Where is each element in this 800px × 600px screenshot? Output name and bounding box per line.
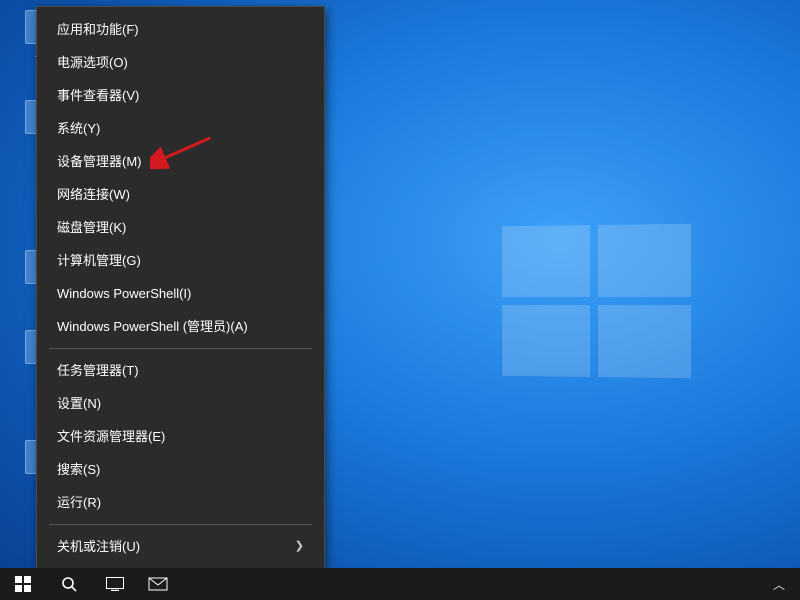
menu-run[interactable]: 运行(R) [37, 486, 324, 519]
taskbar-search-button[interactable] [46, 568, 92, 600]
chevron-right-icon: ❯ [295, 530, 304, 563]
menu-item-label: Windows PowerShell(I) [57, 277, 191, 310]
menu-separator [49, 524, 312, 525]
taskbar-blank-area[interactable] [138, 568, 458, 600]
system-tray: ︿ [764, 576, 800, 593]
menu-computer-management[interactable]: 计算机管理(G) [37, 244, 324, 277]
mail-icon [148, 576, 168, 592]
menu-item-label: Windows PowerShell (管理员)(A) [57, 310, 248, 343]
menu-event-viewer[interactable]: 事件查看器(V) [37, 79, 324, 112]
menu-power-options[interactable]: 电源选项(O) [37, 46, 324, 79]
menu-device-manager[interactable]: 设备管理器(M) [37, 145, 324, 178]
menu-item-label: 关机或注销(U) [57, 530, 140, 563]
menu-item-label: 电源选项(O) [57, 46, 128, 79]
windows-start-icon [15, 576, 31, 592]
search-icon [61, 576, 77, 592]
start-button[interactable] [0, 568, 46, 600]
menu-settings[interactable]: 设置(N) [37, 387, 324, 420]
taskbar: ︿ [0, 568, 800, 600]
menu-powershell[interactable]: Windows PowerShell(I) [37, 277, 324, 310]
menu-task-manager[interactable]: 任务管理器(T) [37, 354, 324, 387]
menu-item-label: 网络连接(W) [57, 178, 130, 211]
menu-item-label: 设置(N) [57, 387, 101, 420]
menu-item-label: 应用和功能(F) [57, 13, 139, 46]
menu-powershell-admin[interactable]: Windows PowerShell (管理员)(A) [37, 310, 324, 343]
menu-shutdown-signout[interactable]: 关机或注销(U) ❯ [37, 530, 324, 563]
chevron-up-icon: ︿ [773, 578, 785, 592]
menu-separator [49, 348, 312, 349]
menu-item-label: 运行(R) [57, 486, 101, 519]
menu-item-label: 搜索(S) [57, 453, 100, 486]
menu-item-label: 任务管理器(T) [57, 354, 139, 387]
menu-network-connections[interactable]: 网络连接(W) [37, 178, 324, 211]
winx-context-menu: 应用和功能(F) 电源选项(O) 事件查看器(V) 系统(Y) 设备管理器(M)… [36, 6, 325, 600]
task-view-button[interactable] [92, 568, 138, 600]
menu-apps-features[interactable]: 应用和功能(F) [37, 13, 324, 46]
menu-item-label: 设备管理器(M) [57, 145, 142, 178]
menu-item-label: 事件查看器(V) [57, 79, 139, 112]
menu-system[interactable]: 系统(Y) [37, 112, 324, 145]
menu-item-label: 系统(Y) [57, 112, 100, 145]
menu-item-label: 磁盘管理(K) [57, 211, 126, 244]
desktop[interactable]: Adn 控 应用和功能(F) 电源选项(O) 事件查看器(V) 系统(Y) 设备… [0, 0, 800, 600]
tray-overflow-button[interactable]: ︿ [764, 576, 794, 593]
menu-disk-management[interactable]: 磁盘管理(K) [37, 211, 324, 244]
menu-item-label: 文件资源管理器(E) [57, 420, 165, 453]
menu-search[interactable]: 搜索(S) [37, 453, 324, 486]
windows-logo-wallpaper [502, 224, 691, 382]
task-view-icon [106, 577, 124, 591]
menu-file-explorer[interactable]: 文件资源管理器(E) [37, 420, 324, 453]
menu-item-label: 计算机管理(G) [57, 244, 141, 277]
